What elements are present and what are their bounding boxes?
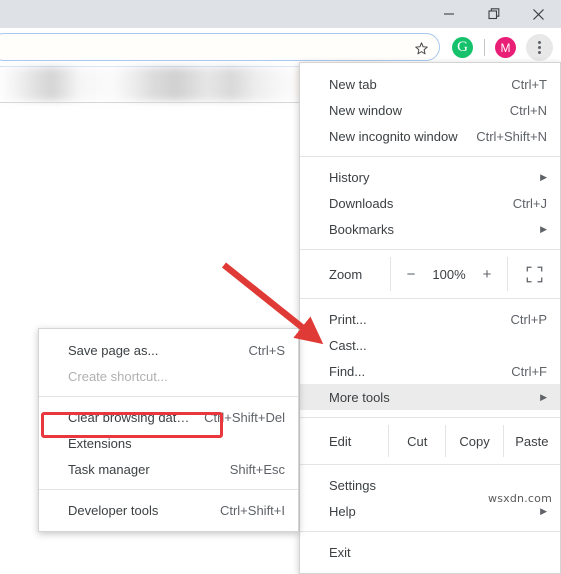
fullscreen-icon: [526, 266, 542, 282]
menu-separator: [300, 417, 560, 418]
menu-item-create-shortcut: Create shortcut...: [39, 363, 298, 389]
three-dot-menu-button[interactable]: [526, 34, 553, 61]
submenu-separator: [39, 396, 298, 397]
submenu-arrow-icon: ▶: [540, 223, 547, 234]
three-dot-menu-icon: [538, 51, 541, 54]
menu-item-label: Task manager: [68, 461, 150, 477]
submenu-arrow-icon: ▶: [540, 171, 547, 182]
menu-item-shortcut: Ctrl+N: [509, 102, 547, 118]
submenu-arrow-icon: ▶: [540, 505, 547, 516]
edit-row: Edit Cut Copy Paste: [300, 425, 560, 457]
menu-item-label: Create shortcut...: [68, 368, 168, 384]
menu-item-history[interactable]: History ▶: [300, 164, 560, 190]
menu-item-shortcut: Ctrl+Shift+Del: [204, 409, 285, 425]
maximize-icon: [487, 8, 499, 20]
maximize-button[interactable]: [471, 0, 516, 28]
menu-item-label: Developer tools: [68, 502, 159, 518]
menu-item-label: Find...: [329, 363, 366, 379]
menu-item-shortcut: Ctrl+F: [511, 363, 547, 379]
menu-item-clear-browsing-data[interactable]: Clear browsing data... Ctrl+Shift+Del: [39, 404, 298, 430]
browser-window: G M New tab Ctrl+T New window Ctrl+N New inc…: [0, 0, 561, 574]
menu-item-label: History: [329, 169, 370, 185]
menu-item-new-window[interactable]: New window Ctrl+N: [300, 97, 560, 123]
browser-titlebar: [0, 0, 561, 28]
menu-item-label: New window: [329, 102, 402, 118]
menu-item-label: Save page as...: [68, 342, 159, 358]
zoom-in-button[interactable]: +: [480, 266, 494, 283]
more-tools-submenu: Save page as... Ctrl+S Create shortcut... C…: [38, 328, 299, 532]
menu-item-label: New incognito window: [329, 128, 458, 144]
zoom-row: Zoom −100% +: [300, 257, 560, 291]
menu-item-find[interactable]: Find... Ctrl+F: [300, 358, 560, 384]
zoom-controls: −100% +: [390, 257, 508, 291]
menu-separator: [300, 298, 560, 299]
three-dot-menu-icon: [538, 46, 541, 49]
menu-item-label: Help: [329, 503, 356, 519]
avatar[interactable]: M: [495, 37, 516, 58]
zoom-level-value: 100%: [432, 266, 466, 282]
copy-button[interactable]: Copy: [445, 425, 502, 457]
menu-item-shortcut: Ctrl+T: [511, 76, 547, 92]
menu-separator: [300, 249, 560, 250]
menu-separator: [300, 531, 560, 532]
menu-item-developer-tools[interactable]: Developer tools Ctrl+Shift+I: [39, 497, 298, 523]
bookmark-star-button[interactable]: [411, 38, 431, 58]
grammarly-extension-icon[interactable]: G: [452, 37, 473, 58]
zoom-label: Zoom: [329, 266, 363, 282]
cut-button[interactable]: Cut: [388, 425, 445, 457]
menu-item-new-incognito-window[interactable]: New incognito window Ctrl+Shift+N: [300, 123, 560, 149]
menu-item-label: Downloads: [329, 195, 394, 211]
menu-item-print[interactable]: Print... Ctrl+P: [300, 306, 560, 332]
menu-separator: [300, 464, 560, 465]
menu-item-label: Extensions: [68, 435, 132, 451]
close-button[interactable]: [516, 0, 561, 28]
menu-item-downloads[interactable]: Downloads Ctrl+J: [300, 190, 560, 216]
menu-item-shortcut: Ctrl+J: [512, 195, 547, 211]
menu-item-exit[interactable]: Exit: [300, 539, 560, 565]
menu-item-label: Print...: [329, 311, 367, 327]
three-dot-menu-icon: [538, 41, 541, 44]
submenu-separator: [39, 489, 298, 490]
minimize-button[interactable]: [426, 0, 471, 28]
watermark: wsxdn.com: [488, 492, 552, 505]
menu-item-shortcut: Ctrl+Shift+N: [476, 128, 547, 144]
menu-item-label: New tab: [329, 76, 377, 92]
menu-item-label: Bookmarks: [329, 221, 395, 237]
menu-item-cast[interactable]: Cast...: [300, 332, 560, 358]
menu-item-extensions[interactable]: Extensions: [39, 430, 298, 456]
submenu-arrow-icon: ▶: [540, 391, 547, 402]
menu-item-label: Exit: [329, 544, 351, 560]
window-controls: [426, 0, 561, 28]
minimize-icon: [443, 13, 454, 15]
browser-toolbar: G M: [0, 28, 561, 66]
star-icon: [414, 41, 428, 54]
menu-separator: [300, 156, 560, 157]
menu-item-task-manager[interactable]: Task manager Shift+Esc: [39, 456, 298, 482]
menu-item-bookmarks[interactable]: Bookmarks ▶: [300, 216, 560, 242]
menu-item-label: Cast...: [329, 337, 367, 353]
menu-item-shortcut: Ctrl+S: [248, 342, 285, 358]
menu-item-shortcut: Ctrl+Shift+I: [219, 502, 285, 518]
paste-button[interactable]: Paste: [502, 425, 560, 457]
zoom-out-button[interactable]: −: [404, 266, 418, 283]
menu-item-shortcut: Shift+Esc: [229, 461, 285, 477]
menu-item-more-tools[interactable]: More tools ▶: [300, 384, 560, 410]
menu-item-save-page-as[interactable]: Save page as... Ctrl+S: [39, 337, 298, 363]
fullscreen-button[interactable]: [508, 257, 560, 291]
toolbar-divider: [484, 39, 485, 56]
menu-item-new-tab[interactable]: New tab Ctrl+T: [300, 71, 560, 97]
menu-item-label: Clear browsing data...: [68, 409, 195, 425]
menu-item-label: Settings: [329, 477, 376, 493]
address-bar[interactable]: [0, 33, 440, 61]
menu-item-shortcut: Ctrl+P: [510, 311, 547, 327]
menu-item-label: More tools: [329, 389, 390, 405]
close-icon: [533, 8, 544, 20]
edit-label: Edit: [329, 433, 352, 449]
